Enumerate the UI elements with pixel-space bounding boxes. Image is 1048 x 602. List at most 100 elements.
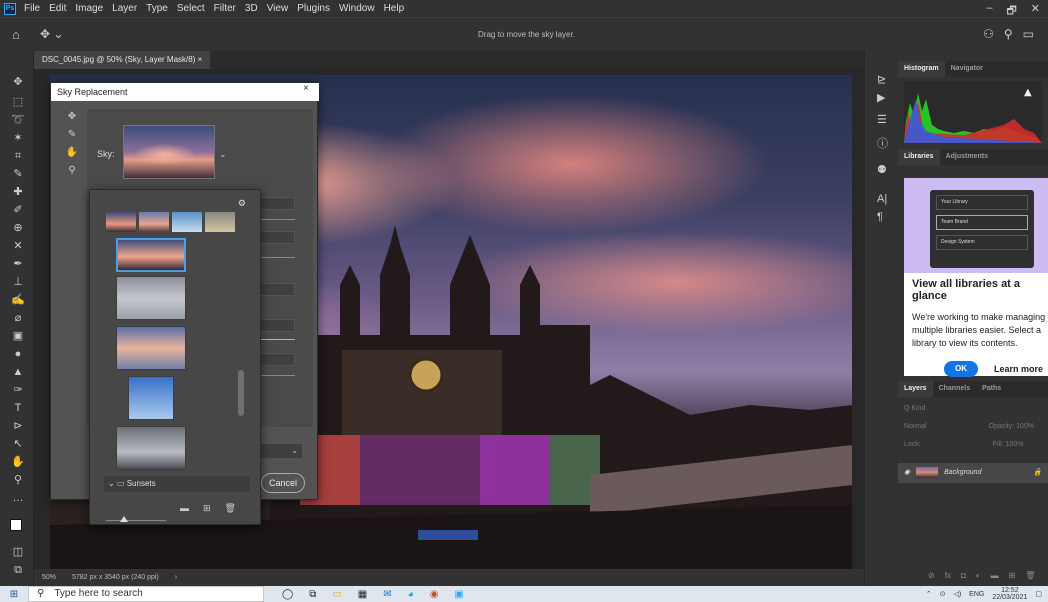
- dialog-close-button[interactable]: ×: [303, 83, 309, 94]
- tab-layers[interactable]: Layers: [898, 381, 933, 397]
- preset-thumb[interactable]: [172, 212, 202, 232]
- home-icon[interactable]: ⌂: [12, 27, 20, 42]
- tab-histogram[interactable]: Histogram: [898, 61, 945, 77]
- pen-tool-icon[interactable]: ✑: [10, 383, 26, 397]
- pen-icon[interactable]: ▣: [10, 329, 26, 343]
- type-tool-icon[interactable]: T: [10, 401, 26, 415]
- adjust-icon[interactable]: ☰: [877, 113, 887, 126]
- quick-mask-icon[interactable]: ◫: [10, 545, 26, 559]
- dodge-icon[interactable]: ⌀: [10, 311, 26, 325]
- warning-icon[interactable]: ▲: [1024, 87, 1032, 98]
- brush-icon[interactable]: ✐: [10, 203, 26, 217]
- sky-thumb[interactable]: [128, 376, 174, 420]
- add-sky-icon[interactable]: ⊞: [203, 503, 211, 514]
- task-view-icon[interactable]: ⧉: [309, 589, 316, 600]
- tab-paths[interactable]: Paths: [976, 381, 1007, 397]
- sky-thumb-selected[interactable]: [116, 238, 186, 272]
- list-scrollbar[interactable]: [238, 370, 244, 416]
- blur-icon[interactable]: ✍: [10, 293, 26, 307]
- menu-file[interactable]: File: [24, 3, 40, 14]
- thumb-size-knob[interactable]: [120, 516, 128, 522]
- blend-mode-select[interactable]: Normal: [904, 423, 927, 430]
- workspace-icon[interactable]: ▭: [1023, 27, 1034, 41]
- marquee-icon[interactable]: ⬚: [10, 95, 26, 109]
- healing-icon[interactable]: ✚: [10, 185, 26, 199]
- people-icon[interactable]: ⚉: [877, 163, 887, 176]
- screen-mode-icon[interactable]: ⧉: [10, 563, 26, 577]
- menu-help[interactable]: Help: [384, 3, 405, 14]
- opacity-value[interactable]: 100%: [1016, 423, 1034, 430]
- menu-3d[interactable]: 3D: [245, 3, 258, 14]
- triangle-icon[interactable]: ▲: [10, 365, 26, 379]
- menu-layer[interactable]: Layer: [112, 3, 137, 14]
- menu-view[interactable]: View: [267, 3, 289, 14]
- learn-more-link[interactable]: Learn more: [994, 364, 1043, 374]
- magic-wand-icon[interactable]: ✶: [10, 131, 26, 145]
- sky-move-icon[interactable]: ✥: [61, 111, 83, 129]
- search-icon[interactable]: ⚲: [1004, 27, 1013, 41]
- photoshop-taskbar-icon[interactable]: ▣: [454, 589, 463, 600]
- move-icon[interactable]: ✥: [10, 75, 26, 89]
- cortana-icon[interactable]: ◯: [282, 589, 293, 600]
- mail-icon[interactable]: ✉: [383, 589, 391, 600]
- hand-icon[interactable]: ✋: [10, 455, 26, 469]
- info-icon[interactable]: ⓘ: [877, 135, 888, 151]
- tab-navigator[interactable]: Navigator: [945, 61, 989, 77]
- status-arrow[interactable]: ›: [175, 574, 177, 581]
- volume-icon[interactable]: ◁): [953, 590, 961, 598]
- language-indicator[interactable]: ENG: [969, 591, 984, 598]
- document-tab[interactable]: DSC_0045.jpg @ 50% (Sky, Layer Mask/8) ×: [34, 51, 210, 69]
- drop-icon[interactable]: ●: [10, 347, 26, 361]
- dialog-zoom-icon[interactable]: ⚲: [61, 165, 83, 183]
- gear-icon[interactable]: ⚙: [238, 198, 246, 209]
- sky-brush-icon[interactable]: ✎: [61, 129, 83, 147]
- character-icon[interactable]: A|: [877, 193, 887, 205]
- menu-type[interactable]: Type: [146, 3, 168, 14]
- stamp-icon[interactable]: ⊕: [10, 221, 26, 235]
- move-tool-icon[interactable]: ✥ ⌄: [40, 27, 63, 41]
- store-icon[interactable]: ▦: [358, 589, 367, 600]
- preset-thumb[interactable]: [139, 212, 169, 232]
- preset-thumb[interactable]: [106, 212, 136, 232]
- tab-libraries[interactable]: Libraries: [898, 149, 940, 165]
- crop-icon[interactable]: ⌗: [10, 149, 26, 163]
- tray-chevron-icon[interactable]: ⌃: [926, 590, 932, 598]
- sky-thumb[interactable]: [116, 426, 186, 470]
- zoom-level[interactable]: 50%: [42, 574, 56, 581]
- folder-icon[interactable]: ▬: [991, 571, 999, 580]
- taskbar-search[interactable]: ⚲ Type here to search: [28, 586, 264, 602]
- ok-button[interactable]: OK: [944, 361, 978, 377]
- delete-icon[interactable]: 🗑: [1025, 571, 1035, 580]
- sky-thumb[interactable]: [116, 276, 186, 320]
- new-group-icon[interactable]: ▬: [180, 503, 189, 514]
- clock[interactable]: 12:52 22/03/2021: [992, 587, 1027, 601]
- sky-list[interactable]: [110, 238, 250, 472]
- eye-icon[interactable]: ◉: [904, 469, 910, 476]
- menu-select[interactable]: Select: [177, 3, 205, 14]
- share-icon[interactable]: ⚇: [983, 27, 994, 41]
- windows-start-icon[interactable]: ⊞: [0, 589, 28, 600]
- dialog-hand-icon[interactable]: ✋: [61, 147, 83, 165]
- cancel-button[interactable]: Cancel: [261, 473, 305, 493]
- eraser-icon[interactable]: ✒: [10, 257, 26, 271]
- menu-image[interactable]: Image: [75, 3, 103, 14]
- new-layer-icon[interactable]: ⊞: [1009, 571, 1016, 580]
- tab-adjustments[interactable]: Adjustments: [940, 149, 994, 165]
- tab-channels[interactable]: Channels: [933, 381, 977, 397]
- direct-select-icon[interactable]: ↖: [10, 437, 26, 451]
- sunsets-folder[interactable]: ⌄ ▭ Sunsets: [104, 476, 250, 492]
- sky-preview[interactable]: [123, 125, 215, 179]
- menu-edit[interactable]: Edit: [49, 3, 66, 14]
- file-explorer-icon[interactable]: ▭: [332, 589, 341, 600]
- trash-icon[interactable]: 🗑: [225, 503, 236, 514]
- notification-icon[interactable]: ▢: [1035, 590, 1042, 598]
- adjustment-icon[interactable]: ◐: [976, 571, 981, 580]
- menu-window[interactable]: Window: [339, 3, 375, 14]
- sky-thumb[interactable]: [116, 326, 186, 370]
- history-icon[interactable]: ⊵: [877, 73, 886, 86]
- link-icon[interactable]: ⊘: [928, 571, 935, 580]
- chevron-down-icon[interactable]: ⌄: [219, 149, 227, 160]
- menu-filter[interactable]: Filter: [214, 3, 236, 14]
- path-select-icon[interactable]: ⊳: [10, 419, 26, 433]
- kind-filter[interactable]: Q Kind: [904, 405, 925, 412]
